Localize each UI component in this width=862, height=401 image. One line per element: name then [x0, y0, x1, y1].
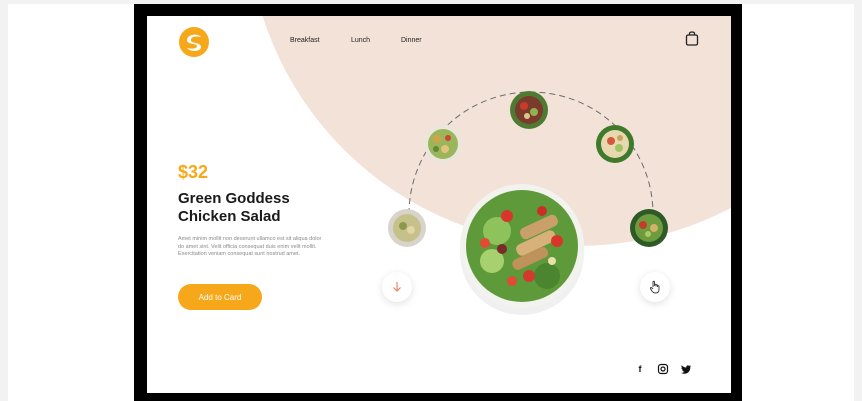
dish-thumbnail-4[interactable]	[387, 208, 427, 248]
carousel-arc	[408, 91, 654, 215]
facebook-icon[interactable]: f	[634, 363, 646, 375]
landing-screen: Breakfast Lunch Dinner $32 Green Goddess…	[147, 16, 731, 393]
featured-salad-image	[460, 184, 584, 315]
dish-thumbnail-1[interactable]	[423, 124, 463, 164]
dish-thumbnail-3[interactable]	[595, 124, 635, 164]
twitter-icon[interactable]	[680, 363, 692, 375]
dish-thumbnail-2[interactable]	[509, 90, 549, 130]
pointer-button[interactable]	[640, 272, 670, 302]
instagram-icon[interactable]	[657, 363, 669, 375]
dish-thumbnail-5[interactable]	[629, 208, 669, 248]
arrow-down-icon	[393, 282, 401, 292]
hand-pointer-icon	[649, 280, 660, 294]
scroll-down-button[interactable]	[382, 272, 412, 302]
